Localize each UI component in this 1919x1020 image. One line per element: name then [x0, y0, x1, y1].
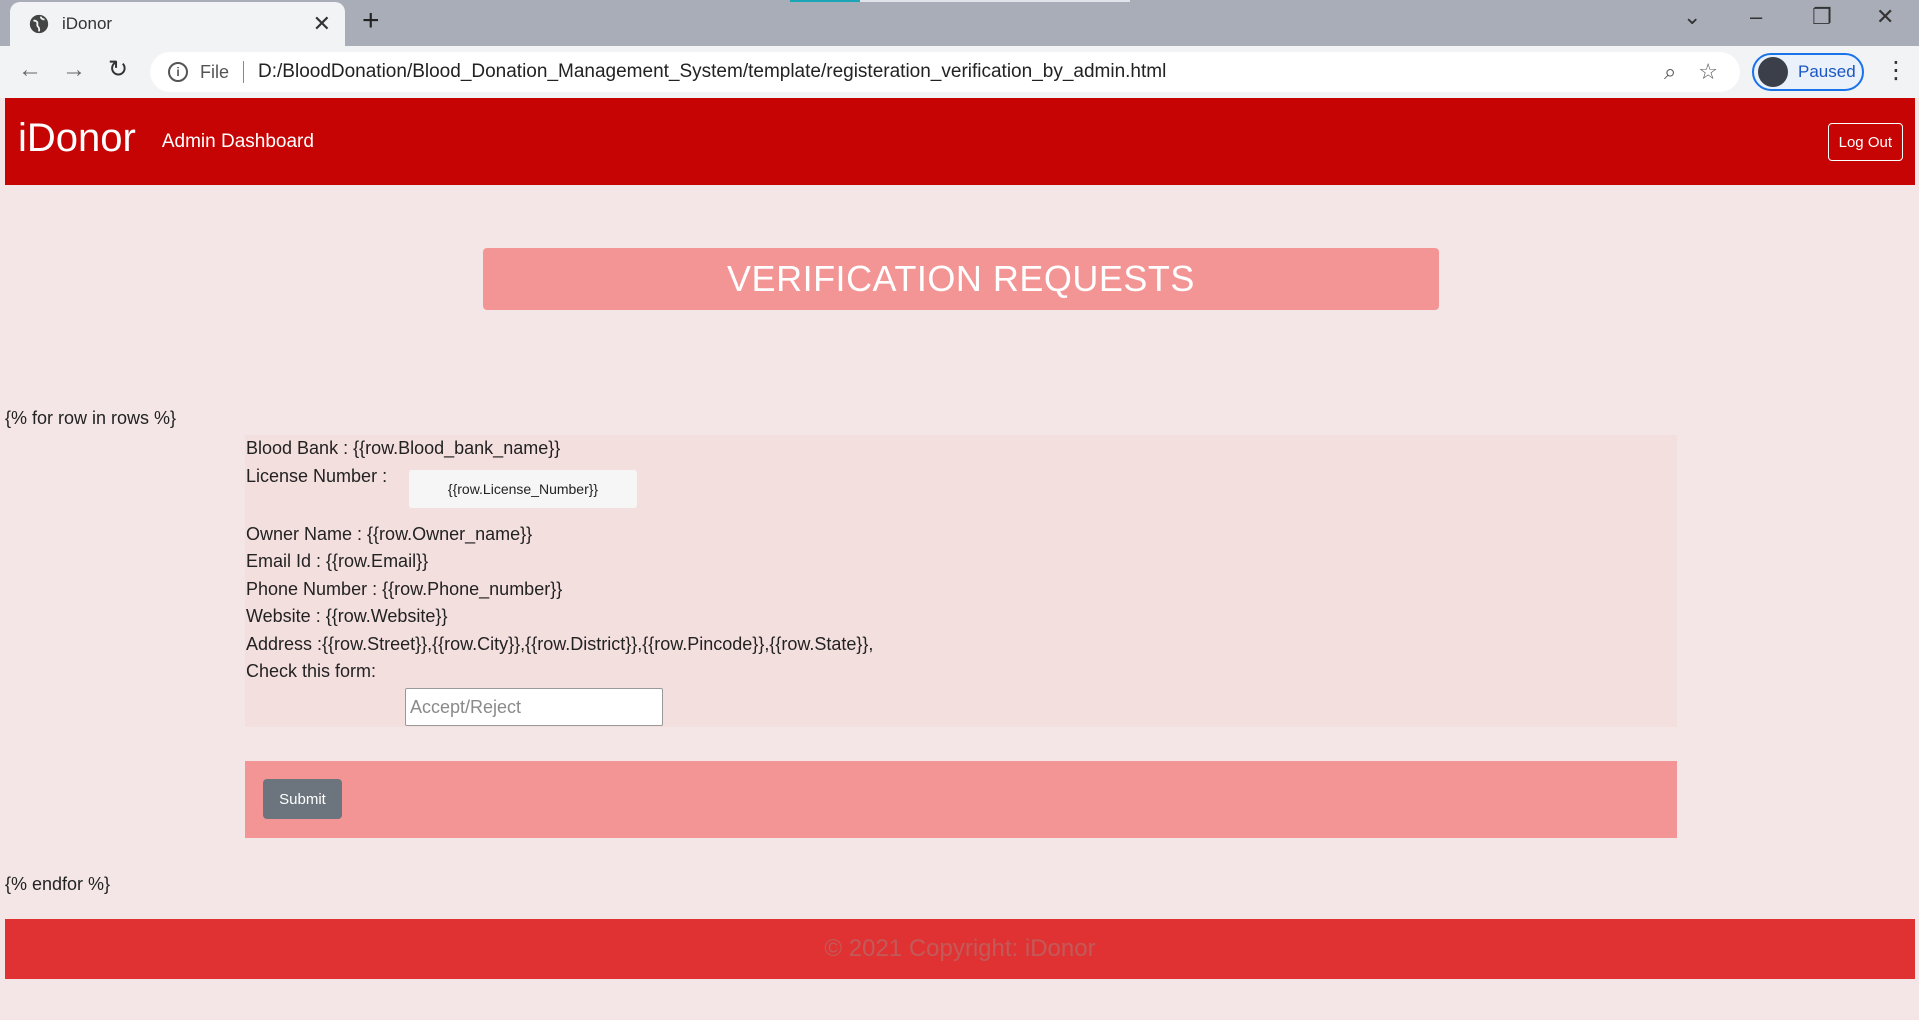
submit-bar: Submit [245, 761, 1677, 838]
reload-icon[interactable]: ↻ [108, 58, 128, 82]
page-title: VERIFICATION REQUESTS [727, 258, 1195, 299]
template-loop-start: {% for row in rows %} [5, 408, 177, 428]
owner-name-field: Owner Name : {{row.Owner_name}} [246, 524, 533, 544]
back-icon[interactable]: ← [18, 58, 42, 82]
browser-tab-strip: iDonor ✕ + ⌄ – ❐ ✕ [0, 0, 1919, 46]
tab-loading-bar [790, 0, 860, 2]
accept-reject-input[interactable] [405, 688, 663, 726]
site-info-icon[interactable]: i [168, 62, 188, 82]
forward-icon[interactable]: → [62, 58, 86, 82]
site-navbar: iDonor Admin Dashboard Log Out [5, 98, 1915, 185]
page-title-banner: VERIFICATION REQUESTS [483, 248, 1439, 310]
site-footer: © 2021 Copyright: iDonor [5, 919, 1915, 979]
tab-close-icon[interactable]: ✕ [313, 13, 331, 35]
url-text[interactable]: D:/BloodDonation/Blood_Donation_Manageme… [258, 61, 1664, 83]
zoom-icon[interactable]: ⌕ [1664, 59, 1676, 85]
avatar [1758, 57, 1788, 87]
license-number-value: {{row.License_Number}} [409, 470, 637, 508]
request-card: Blood Bank : {{row.Blood_bank_name}} Lic… [245, 435, 1677, 727]
phone-field: Phone Number : {{row.Phone_number}} [246, 579, 563, 599]
window-close-icon[interactable]: ✕ [1876, 6, 1894, 28]
template-loop-end: {% endfor %} [5, 874, 111, 894]
check-form-label: Check this form: [246, 661, 377, 681]
brand-logo[interactable]: iDonor [18, 116, 136, 161]
browser-tab[interactable]: iDonor ✕ [10, 2, 345, 46]
email-field: Email Id : {{row.Email}} [246, 551, 429, 571]
tab-search-icon[interactable]: ⌄ [1683, 6, 1701, 28]
logout-button[interactable]: Log Out [1827, 123, 1903, 161]
browser-toolbar: ← → ↻ i File D:/BloodDonation/Blood_Dona… [0, 46, 1919, 98]
file-scheme-label: File [200, 61, 230, 82]
browser-menu-icon[interactable]: ⋮ [1884, 56, 1908, 85]
page-viewport: iDonor Admin Dashboard Log Out VERIFICAT… [5, 98, 1915, 1020]
profile-button[interactable]: Paused [1752, 53, 1864, 91]
copyright-text: © 2021 Copyright: iDonor [824, 935, 1096, 962]
omnibox-divider [243, 61, 245, 83]
restore-icon[interactable]: ❐ [1812, 6, 1832, 28]
tab-loading-track [860, 0, 1130, 2]
license-label: License Number : [246, 466, 388, 486]
website-field: Website : {{row.Website}} [246, 606, 448, 626]
address-field: Address :{{row.Street}},{{row.City}},{{r… [246, 634, 874, 654]
admin-dashboard-link[interactable]: Admin Dashboard [162, 131, 314, 153]
profile-status: Paused [1798, 62, 1856, 81]
new-tab-icon[interactable]: + [362, 6, 380, 36]
tab-title: iDonor [62, 14, 113, 33]
minimize-icon[interactable]: – [1750, 6, 1762, 28]
blood-bank-field: Blood Bank : {{row.Blood_bank_name}} [246, 438, 561, 458]
bookmark-star-icon[interactable]: ☆ [1698, 59, 1718, 85]
submit-button[interactable]: Submit [263, 779, 342, 819]
globe-icon [29, 14, 49, 34]
address-bar[interactable]: i File D:/BloodDonation/Blood_Donation_M… [150, 52, 1740, 92]
